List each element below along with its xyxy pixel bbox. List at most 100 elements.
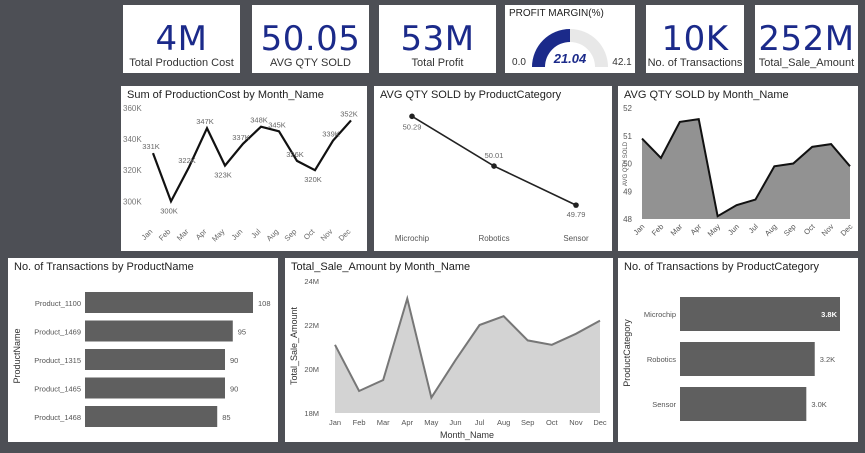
kpi-value: 4M bbox=[155, 19, 208, 59]
x-tick-label: Mar bbox=[175, 227, 191, 243]
data-label: 3.2K bbox=[820, 355, 835, 364]
data-label: 49.79 bbox=[567, 210, 586, 219]
x-tick-label: Nov bbox=[820, 222, 836, 238]
area-fill bbox=[335, 298, 600, 413]
x-tick-label: May bbox=[424, 418, 438, 427]
x-tick-label: Apr bbox=[689, 222, 704, 237]
data-label: 326K bbox=[286, 150, 304, 159]
data-label: 50.29 bbox=[403, 122, 422, 131]
chart-avg-qty-by-month: AVG QTY SOLD by Month_Name 48 49 50 51 52 AVG… bbox=[618, 86, 858, 251]
x-tick-label: Feb bbox=[353, 418, 366, 427]
chart-production-cost-by-month: Sum of ProductionCost by Month_Name 300K… bbox=[121, 86, 367, 251]
data-label: 347K bbox=[196, 117, 214, 126]
y-axis-title: AVG QTY SOLD bbox=[623, 141, 629, 186]
bar bbox=[85, 406, 218, 427]
y-tick-label: 18M bbox=[304, 409, 319, 418]
y-tick-label: 52 bbox=[623, 104, 632, 113]
y-tick-label: 51 bbox=[623, 132, 632, 141]
transactions-category-bar-chart: ProductCategory Microchip 3.8K Robotics 3.2K… bbox=[622, 297, 840, 421]
kpi-value: 10K bbox=[661, 19, 729, 59]
x-tick-label: Dec bbox=[337, 227, 353, 243]
bar bbox=[85, 377, 225, 399]
x-tick-label: May bbox=[706, 222, 723, 239]
avg-qty-category-line-chart: 50.29 Microchip 50.01 Robotics 49.79 Sensor bbox=[395, 113, 589, 243]
y-tick-label: Microchip bbox=[644, 310, 676, 319]
x-tick-label: Apr bbox=[194, 227, 209, 242]
x-tick-label: Mar bbox=[377, 418, 390, 427]
y-axis-title: Total_Sale_Amount bbox=[289, 306, 299, 385]
data-label: 85 bbox=[222, 413, 230, 422]
x-tick-label: Aug bbox=[265, 227, 281, 243]
transactions-product-bar-chart: ProductName Product_1100 108 Product_1469 95… bbox=[12, 292, 271, 427]
kpi-value: 252M bbox=[758, 19, 855, 59]
data-label: 95 bbox=[238, 328, 246, 337]
gauge-card-profit-margin: PROFIT MARGIN(%) 21.04 0.0 42.1 bbox=[505, 5, 635, 73]
bar bbox=[85, 292, 253, 313]
data-label: 90 bbox=[230, 385, 238, 394]
series-line bbox=[411, 115, 577, 206]
data-label: 322K bbox=[178, 156, 196, 165]
data-label: 3.8K bbox=[821, 310, 837, 319]
y-tick-label: Sensor bbox=[652, 400, 676, 409]
x-tick-label: Mar bbox=[669, 222, 685, 238]
y-tick-label: Product_1468 bbox=[34, 413, 81, 422]
x-tick-label: Dec bbox=[839, 222, 855, 238]
y-axis-title: ProductCategory bbox=[622, 319, 632, 387]
data-label: 352K bbox=[340, 109, 358, 118]
data-point bbox=[409, 113, 415, 120]
x-tick-label: Microchip bbox=[395, 234, 430, 243]
x-tick-label: Jan bbox=[631, 222, 646, 237]
x-tick-label: Sep bbox=[782, 222, 798, 238]
y-tick-label: 20M bbox=[304, 365, 319, 374]
kpi-card-production-cost: 4M Total Production Cost bbox=[123, 5, 240, 73]
gauge-max: 42.1 bbox=[612, 57, 632, 68]
x-tick-label: Aug bbox=[497, 418, 510, 427]
kpi-label: Total Profit bbox=[411, 57, 464, 69]
x-tick-label: Jun bbox=[229, 227, 244, 242]
y-tick-label: 22M bbox=[304, 321, 319, 330]
gauge-value: 21.04 bbox=[553, 51, 587, 66]
bar bbox=[680, 297, 840, 331]
y-tick-label: Robotics bbox=[647, 355, 676, 364]
x-tick-label: Sep bbox=[521, 418, 534, 427]
y-tick-label: 300K bbox=[123, 197, 142, 206]
chart-avg-qty-by-category: AVG QTY SOLD by ProductCategory 50.29 Mic… bbox=[374, 86, 612, 251]
kpi-label: Total Production Cost bbox=[129, 57, 234, 69]
x-tick-label: Jul bbox=[475, 418, 485, 427]
data-label: 339K bbox=[322, 130, 340, 139]
data-label: 331K bbox=[142, 142, 160, 151]
y-tick-label: 24M bbox=[304, 277, 319, 286]
x-tick-label: Jan bbox=[139, 227, 154, 242]
gauge-title: PROFIT MARGIN(%) bbox=[509, 8, 604, 19]
x-tick-label: Jun bbox=[726, 222, 741, 237]
chart-sale-amount-by-month: Total_Sale_Amount by Month_Name 18M 20M 22… bbox=[285, 258, 613, 442]
x-tick-label: Dec bbox=[593, 418, 607, 427]
x-tick-label: Robotics bbox=[478, 234, 509, 243]
data-point bbox=[573, 202, 579, 208]
x-tick-label: Oct bbox=[802, 221, 817, 236]
y-tick-label: 360K bbox=[123, 104, 142, 113]
kpi-card-transactions: 10K No. of Transactions bbox=[646, 5, 744, 73]
x-axis-title: Month_Name bbox=[440, 430, 494, 440]
kpi-card-avg-qty-sold: 50.05 AVG QTY SOLD bbox=[252, 5, 369, 73]
bar bbox=[680, 342, 815, 376]
data-point bbox=[491, 163, 497, 169]
data-label: 3.0K bbox=[811, 400, 826, 409]
y-tick-label: 320K bbox=[123, 166, 142, 175]
y-tick-label: Product_1315 bbox=[34, 356, 81, 365]
data-label: 323K bbox=[214, 171, 232, 180]
data-label: 108 bbox=[258, 299, 271, 308]
x-tick-label: May bbox=[210, 227, 227, 244]
x-tick-label: Jan bbox=[329, 418, 341, 427]
kpi-label: AVG QTY SOLD bbox=[270, 57, 351, 69]
gauge: PROFIT MARGIN(%) 21.04 0.0 42.1 bbox=[509, 8, 632, 68]
y-tick-label: 340K bbox=[123, 135, 142, 144]
kpi-card-total-sale-amount: 252M Total_Sale_Amount bbox=[755, 5, 858, 73]
x-tick-label: Oct bbox=[546, 418, 559, 427]
data-label: 348K bbox=[250, 116, 268, 125]
x-tick-label: Feb bbox=[650, 222, 666, 238]
bar bbox=[85, 349, 225, 370]
data-label: 50.01 bbox=[485, 151, 504, 160]
chart-transactions-by-product: No. of Transactions by ProductName Produ… bbox=[8, 258, 278, 442]
data-label: 90 bbox=[230, 356, 238, 365]
